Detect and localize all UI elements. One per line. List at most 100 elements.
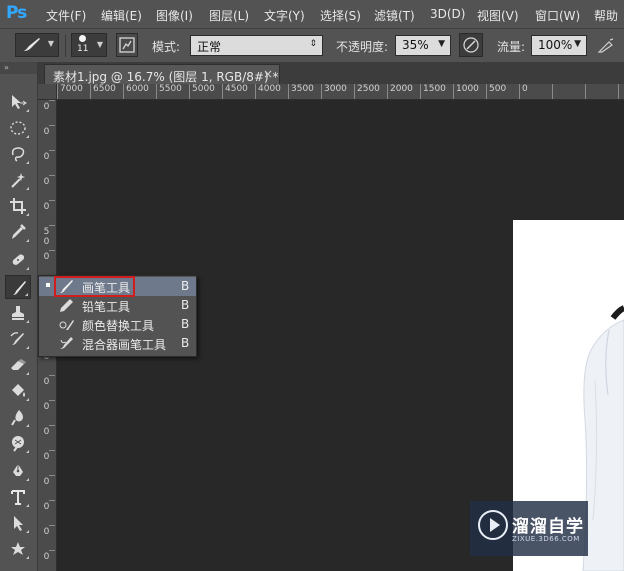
clone-stamp-tool[interactable] — [5, 301, 31, 325]
arrow-icon — [14, 516, 23, 531]
move-tool[interactable] — [5, 90, 31, 114]
collapse-toggle[interactable]: » — [0, 62, 37, 74]
type-tool[interactable] — [5, 485, 31, 509]
mode-label: 模式: — [152, 40, 181, 54]
eyedropper-tool[interactable] — [5, 220, 31, 244]
pressure-opacity-toggle[interactable] — [459, 33, 483, 57]
flyout-indicator — [26, 504, 29, 507]
eraser-tool[interactable] — [5, 353, 31, 377]
ruler-tick — [49, 225, 55, 226]
flyout-indicator — [26, 372, 29, 375]
marquee-tool[interactable] — [5, 116, 31, 140]
brush-panel-toggle[interactable] — [116, 33, 138, 57]
flyout-label: 铅笔工具 — [82, 300, 131, 314]
paint-bucket-tool[interactable] — [5, 379, 31, 403]
shape-icon — [11, 542, 25, 555]
eyedropper-icon — [12, 224, 26, 239]
brush-icon — [60, 280, 73, 293]
menu-layer[interactable]: 图层(L) — [209, 7, 249, 24]
blur-drop-icon — [11, 410, 23, 426]
ruler-tick-label: 5000 — [189, 84, 215, 99]
ruler-tick — [49, 400, 55, 401]
document-tab[interactable]: 素材1.jpg @ 16.7% (图层 1, RGB/8#) * × — [44, 64, 280, 84]
flow-label: 流量: — [497, 40, 526, 54]
ruler-tick-label — [552, 84, 555, 99]
ruler-tick-label: 0 — [43, 427, 50, 437]
menu-type[interactable]: 文字(Y) — [264, 7, 305, 24]
shape-tool[interactable] — [5, 537, 31, 561]
flyout-item-mixer-brush[interactable]: 混合器画笔工具 B — [39, 334, 196, 353]
menu-view[interactable]: 视图(V) — [477, 7, 519, 24]
flyout-indicator — [26, 346, 29, 349]
divider — [65, 35, 66, 57]
magic-wand-icon — [11, 173, 25, 188]
shortcut-key: B — [181, 279, 190, 293]
pen-tool[interactable] — [5, 459, 31, 483]
mixer-brush-icon — [60, 337, 73, 349]
ruler-origin[interactable] — [38, 84, 57, 100]
ruler-tick-label: 0 — [43, 377, 50, 387]
path-selection-tool[interactable] — [5, 511, 31, 535]
ruler-tick-label: 0 — [43, 452, 50, 462]
menu-file[interactable]: 文件(F) — [46, 7, 86, 24]
flyout-indicator — [26, 239, 29, 242]
menu-3d[interactable]: 3D(D) — [430, 7, 465, 21]
flow-field[interactable]: 100% ▼ — [531, 35, 587, 56]
menu-help[interactable]: 帮助 — [594, 7, 618, 24]
opacity-label: 不透明度: — [336, 40, 389, 54]
airbrush-toggle[interactable] — [595, 35, 617, 57]
chevron-down-icon: ▼ — [574, 39, 581, 49]
flyout-indicator — [26, 109, 29, 112]
ruler-tick — [49, 450, 55, 451]
crop-tool[interactable] — [5, 194, 31, 218]
menu-image[interactable]: 图像(I) — [156, 7, 193, 24]
dodge-tool[interactable] — [5, 431, 31, 455]
flyout-item-brush[interactable]: 画笔工具 B — [39, 277, 196, 296]
tool-preset-picker[interactable]: ▼ — [15, 33, 59, 57]
dodge-icon — [12, 436, 24, 452]
history-brush-tool[interactable] — [5, 327, 31, 351]
lasso-tool[interactable] — [5, 142, 31, 166]
watermark-title: 溜溜自学 — [512, 517, 584, 537]
ellipse-marquee-icon — [10, 121, 26, 135]
flyout-item-color-replace[interactable]: 颜色替换工具 B — [39, 315, 196, 334]
ruler-tick — [49, 200, 55, 201]
blur-tool[interactable] — [5, 405, 31, 429]
mode-select[interactable]: 正常 ⇕ — [190, 35, 323, 56]
horizontal-ruler: 7000 6500 6000 5500 5000 4500 4000 3500 … — [57, 84, 624, 100]
ruler-tick-label: 2000 — [387, 84, 413, 99]
ruler-tick-label: 0 — [43, 552, 50, 562]
ruler-tick-label: 0 — [43, 152, 50, 162]
document-title: 素材1.jpg @ 16.7% (图层 1, RGB/8#) * — [53, 70, 279, 84]
menu-edit[interactable]: 编辑(E) — [101, 7, 142, 24]
ruler-tick — [49, 375, 55, 376]
flyout-label: 颜色替换工具 — [82, 319, 155, 333]
chevron-down-icon: ▼ — [438, 39, 445, 49]
flyout-indicator — [26, 424, 29, 427]
healing-tool[interactable] — [5, 248, 31, 272]
menu-select[interactable]: 选择(S) — [320, 7, 361, 24]
brush-preset-picker[interactable]: 11 ▼ — [71, 33, 107, 57]
chevron-down-icon: ▼ — [47, 39, 54, 48]
magic-wand-tool[interactable] — [5, 168, 31, 192]
flyout-indicator — [26, 187, 29, 190]
flyout-item-pencil[interactable]: 铅笔工具 B — [39, 296, 196, 315]
watermark: 溜溜自学 ZIXUE.3D66.COM — [470, 501, 588, 556]
pen-icon — [13, 464, 23, 476]
brush-tool[interactable] — [5, 275, 31, 299]
eraser-icon — [11, 359, 26, 370]
ruler-tick-label: 1000 — [453, 84, 479, 99]
brush-tool-flyout: 画笔工具 B 铅笔工具 B 颜色替换工具 B 混合器画笔工具 B — [38, 275, 197, 357]
close-icon[interactable]: × — [263, 67, 273, 81]
ruler-tick-label: 2500 — [354, 84, 380, 99]
toolbox: » — [0, 62, 38, 571]
menu-window[interactable]: 窗口(W) — [535, 7, 580, 24]
ruler-tick — [49, 175, 55, 176]
menu-filter[interactable]: 滤镜(T) — [374, 7, 415, 24]
ruler-tick — [49, 550, 55, 551]
move-icon — [12, 95, 27, 109]
airbrush-icon — [597, 38, 614, 53]
brush-size-value: 11 — [77, 44, 89, 54]
opacity-field[interactable]: 35% ▼ — [395, 35, 451, 56]
pencil-icon — [60, 299, 73, 312]
